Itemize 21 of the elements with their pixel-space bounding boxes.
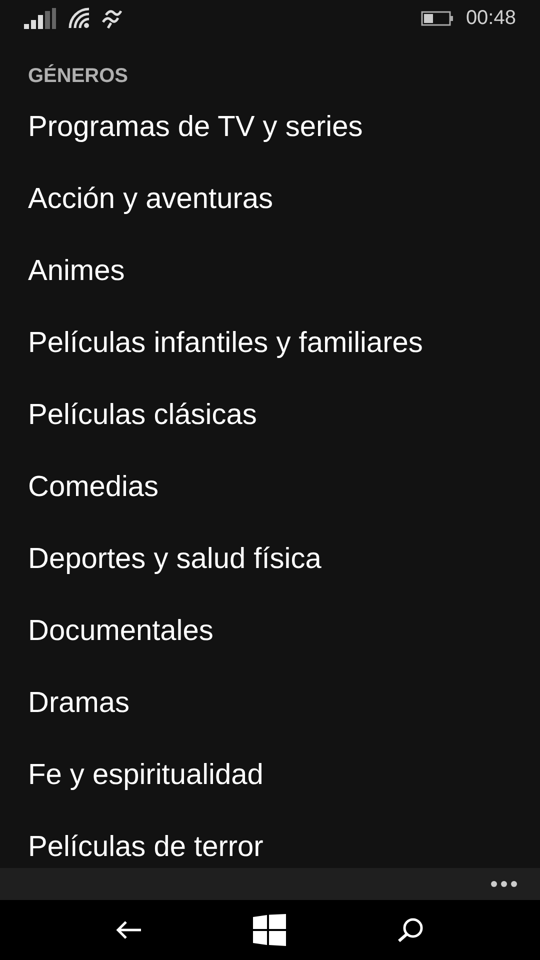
- genre-item[interactable]: Comedias: [28, 467, 159, 507]
- genre-item[interactable]: Fe y espiritualidad: [28, 755, 264, 795]
- genre-item[interactable]: Películas de terror: [28, 827, 264, 867]
- genre-item[interactable]: Acción y aventuras: [28, 179, 274, 219]
- section-title: GÉNEROS: [28, 63, 128, 89]
- windows-logo-icon[interactable]: [253, 914, 286, 946]
- search-icon[interactable]: [398, 917, 424, 943]
- genre-item[interactable]: Dramas: [28, 683, 130, 723]
- battery-icon: [420, 10, 454, 26]
- vibrate-icon: [102, 7, 122, 29]
- genre-item[interactable]: Deportes y salud física: [28, 539, 322, 579]
- clock-time: 00:48: [466, 6, 516, 30]
- back-icon[interactable]: [116, 921, 142, 939]
- genre-item[interactable]: Documentales: [28, 611, 214, 651]
- wifi-icon: [68, 7, 90, 29]
- genre-item[interactable]: Películas clásicas: [28, 395, 257, 435]
- genre-item[interactable]: Películas infantiles y familiares: [28, 323, 423, 363]
- more-icon[interactable]: [490, 880, 518, 888]
- genre-item[interactable]: Animes: [28, 251, 125, 291]
- genre-item[interactable]: Programas de TV y series: [28, 107, 363, 147]
- signal-icon: [24, 8, 56, 28]
